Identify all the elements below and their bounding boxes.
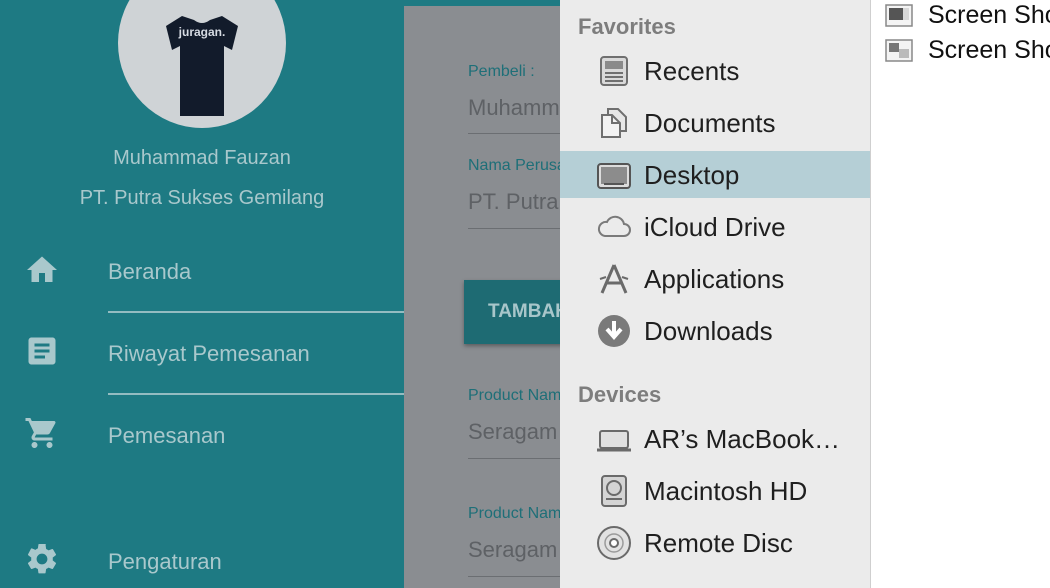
shirt-logo-text: juragan. — [178, 25, 226, 39]
buyer-field[interactable]: Muhammad Fauzan — [468, 95, 560, 121]
app-bar — [404, 0, 560, 6]
nav-divider — [108, 393, 404, 395]
field-underline — [468, 228, 560, 229]
gear-icon — [24, 541, 60, 577]
sidebar-item-documents[interactable]: Documents — [560, 99, 870, 146]
company-label: Nama Perusahaan — [468, 157, 560, 174]
nav-item-pengaturan[interactable]: Pengaturan — [108, 549, 222, 575]
devices-header: Devices — [578, 382, 662, 407]
sidebar-item-label: Macintosh HD — [644, 476, 808, 506]
order-form: Pembeli : Muhammad Fauzan Nama Perusahaa… — [404, 0, 560, 588]
finder-sidebar: Favorites Recents Documents Desktop iClo… — [560, 0, 871, 588]
sidebar-item-label: AR’s MacBook… — [644, 424, 841, 454]
download-icon — [596, 313, 632, 349]
company-name: PT. Putra Sukses Gemilang — [79, 187, 325, 209]
recents-icon — [596, 53, 632, 89]
add-button[interactable]: TAMBAH — [464, 280, 560, 344]
hard-drive-icon — [596, 473, 632, 509]
nav-item-pemesanan[interactable]: Pemesanan — [108, 423, 225, 449]
product-name-label: Product Name — [468, 387, 560, 404]
user-name: Muhammad Fauzan — [113, 147, 291, 169]
cart-icon — [24, 415, 60, 451]
company-field[interactable]: PT. Putra Sukses Gemilang — [468, 189, 560, 215]
field-underline — [468, 458, 560, 459]
disc-icon — [596, 525, 632, 561]
sidebar-item-downloads[interactable]: Downloads — [560, 307, 870, 354]
sidebar-item-label: iCloud Drive — [644, 212, 786, 242]
nav-item-riwayat-pemesanan[interactable]: Riwayat Pemesanan — [108, 341, 310, 367]
field-underline — [468, 576, 560, 577]
file-name: Screen Shot — [928, 36, 1050, 64]
sidebar-item-macintosh-hd[interactable]: Macintosh HD — [560, 467, 870, 514]
sidebar-item-label: Recents — [644, 56, 740, 86]
file-name: Screen Shot — [928, 1, 1050, 29]
screenshot-file-icon — [885, 37, 913, 65]
sidebar-item-recents[interactable]: Recents — [560, 47, 870, 94]
documents-icon — [596, 105, 632, 141]
file-row[interactable]: Screen Shot — [885, 35, 1050, 67]
sidebar-item-remote-disc[interactable]: Remote Disc — [560, 519, 870, 566]
sidebar-item-label: Downloads — [644, 316, 773, 346]
sidebar-item-label: Desktop — [644, 160, 740, 190]
cloud-icon — [596, 209, 632, 245]
nav-item-beranda[interactable]: Beranda — [108, 259, 191, 285]
home-icon — [24, 252, 60, 288]
sidebar-item-icloud-drive[interactable]: iCloud Drive — [560, 203, 870, 250]
desktop-icon — [596, 157, 632, 193]
sidebar-item-macbook[interactable]: AR’s MacBook… — [560, 415, 870, 462]
sidebar-item-applications[interactable]: Applications — [560, 255, 870, 302]
nav-divider — [108, 311, 404, 313]
document-icon — [24, 333, 60, 369]
product-name-label: Product Name — [468, 505, 560, 522]
product-name-field[interactable]: Seragam — [468, 537, 557, 563]
field-underline — [468, 133, 560, 134]
laptop-icon — [596, 421, 632, 457]
favorites-header: Favorites — [578, 14, 676, 39]
avatar[interactable]: juragan. — [118, 0, 286, 128]
applications-icon — [596, 261, 632, 297]
sidebar-item-label: Remote Disc — [644, 528, 793, 558]
navigation-drawer: juragan. Muhammad Fauzan PT. Putra Sukse… — [0, 0, 404, 588]
buyer-label: Pembeli : — [468, 63, 535, 80]
product-name-field[interactable]: Seragam — [468, 419, 557, 445]
sidebar-item-label: Documents — [644, 108, 776, 138]
sidebar-item-label: Applications — [644, 264, 785, 294]
screenshot-file-icon — [885, 2, 913, 30]
file-row[interactable]: Screen Shot — [885, 0, 1050, 32]
file-list: Screen Shot Screen Shot — [871, 0, 1050, 588]
sidebar-item-desktop[interactable]: Desktop — [560, 151, 870, 198]
